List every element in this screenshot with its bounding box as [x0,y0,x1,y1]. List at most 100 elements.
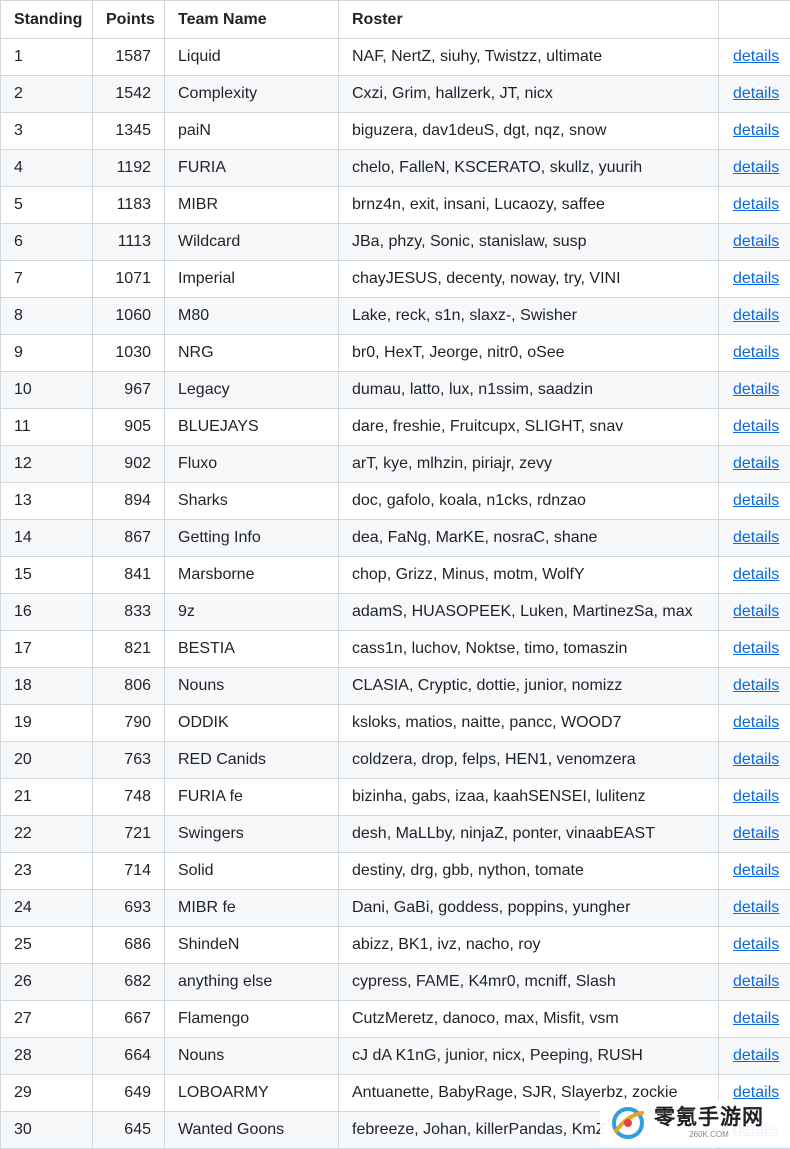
points-cell: 748 [93,779,165,816]
watermark-logo-icon [610,1105,646,1141]
details-link[interactable]: details [733,603,779,620]
table-row: 51183MIBRbrnz4n, exit, insani, Lucaozy, … [1,187,790,224]
points-cell: 905 [93,409,165,446]
details-link[interactable]: details [733,48,779,65]
details-link[interactable]: details [733,418,779,435]
details-link[interactable]: details [733,640,779,657]
table-row: 25686ShindeNabizz, BK1, ivz, nacho, royd… [1,927,790,964]
details-link[interactable]: details [733,751,779,768]
roster-cell: doc, gafolo, koala, n1cks, rdnzao [339,483,719,520]
points-cell: 763 [93,742,165,779]
details-link[interactable]: details [733,973,779,990]
details-cell: details [719,853,790,890]
team-name-cell: Getting Info [165,520,339,557]
details-link[interactable]: details [733,1010,779,1027]
team-name-cell: Sharks [165,483,339,520]
table-row: 61113WildcardJBa, phzy, Sonic, stanislaw… [1,224,790,261]
team-name-cell: Flamengo [165,1001,339,1038]
details-link[interactable]: details [733,122,779,139]
table-row: 17821BESTIAcass1n, luchov, Noktse, timo,… [1,631,790,668]
table-row: 71071ImperialchayJESUS, decenty, noway, … [1,261,790,298]
details-cell: details [719,76,790,113]
details-link[interactable]: details [733,85,779,102]
details-link[interactable]: details [733,381,779,398]
details-link[interactable]: details [733,788,779,805]
details-link[interactable]: details [733,1084,779,1101]
team-name-cell: MIBR [165,187,339,224]
details-link[interactable]: details [733,1047,779,1064]
points-cell: 867 [93,520,165,557]
table-row: 41192FURIAchelo, FalleN, KSCERATO, skull… [1,150,790,187]
points-cell: 967 [93,372,165,409]
header-team-name: Team Name [165,1,339,39]
team-name-cell: Nouns [165,1038,339,1075]
standing-cell: 16 [1,594,93,631]
team-name-cell: ODDIK [165,705,339,742]
details-link[interactable]: details [733,936,779,953]
table-row: 22721Swingersdesh, MaLLby, ninjaZ, ponte… [1,816,790,853]
details-link[interactable]: details [733,492,779,509]
details-link[interactable]: details [733,159,779,176]
table-row: 18806NounsCLASIA, Cryptic, dottie, junio… [1,668,790,705]
standing-cell: 7 [1,261,93,298]
roster-cell: dea, FaNg, MarKE, nosraC, shane [339,520,719,557]
team-name-cell: Imperial [165,261,339,298]
details-link[interactable]: details [733,196,779,213]
table-row: 31345paiNbiguzera, dav1deuS, dgt, nqz, s… [1,113,790,150]
table-row: 12902FluxoarT, kye, mlhzin, piriajr, zev… [1,446,790,483]
standing-cell: 28 [1,1038,93,1075]
points-cell: 1542 [93,76,165,113]
team-name-cell: FURIA [165,150,339,187]
roster-cell: Cxzi, Grim, hallzerk, JT, nicx [339,76,719,113]
team-name-cell: ShindeN [165,927,339,964]
details-link[interactable]: details [733,677,779,694]
standing-cell: 15 [1,557,93,594]
standing-cell: 19 [1,705,93,742]
standing-cell: 18 [1,668,93,705]
details-cell: details [719,39,790,76]
details-link[interactable]: details [733,566,779,583]
team-name-cell: BESTIA [165,631,339,668]
details-link[interactable]: details [733,270,779,287]
details-link[interactable]: details [733,825,779,842]
table-row: 21542ComplexityCxzi, Grim, hallzerk, JT,… [1,76,790,113]
roster-cell: br0, HexT, Jeorge, nitr0, oSee [339,335,719,372]
roster-cell: destiny, drg, gbb, nython, tomate [339,853,719,890]
details-link[interactable]: details [733,529,779,546]
watermark-title: 零氪手游网 [654,1107,764,1128]
points-cell: 714 [93,853,165,890]
team-name-cell: paiN [165,113,339,150]
standing-cell: 4 [1,150,93,187]
team-name-cell: RED Canids [165,742,339,779]
roster-cell: bizinha, gabs, izaa, kaahSENSEI, luliten… [339,779,719,816]
details-link[interactable]: details [733,233,779,250]
points-cell: 806 [93,668,165,705]
details-cell: details [719,890,790,927]
standing-cell: 25 [1,927,93,964]
details-link[interactable]: details [733,862,779,879]
roster-cell: cass1n, luchov, Noktse, timo, tomaszin [339,631,719,668]
details-cell: details [719,150,790,187]
header-standing: Standing [1,1,93,39]
points-cell: 1192 [93,150,165,187]
standing-cell: 12 [1,446,93,483]
roster-cell: JBa, phzy, Sonic, stanislaw, susp [339,224,719,261]
standing-cell: 13 [1,483,93,520]
team-name-cell: 9z [165,594,339,631]
details-link[interactable]: details [733,714,779,731]
details-cell: details [719,668,790,705]
points-cell: 664 [93,1038,165,1075]
details-cell: details [719,520,790,557]
details-link[interactable]: details [733,899,779,916]
table-row: 28664NounscJ dA K1nG, junior, nicx, Peep… [1,1038,790,1075]
details-cell: details [719,1001,790,1038]
standing-cell: 27 [1,1001,93,1038]
team-name-cell: Fluxo [165,446,339,483]
details-link[interactable]: details [733,307,779,324]
details-link[interactable]: details [733,344,779,361]
points-cell: 667 [93,1001,165,1038]
details-cell: details [719,927,790,964]
standing-cell: 6 [1,224,93,261]
table-row: 21748FURIA febizinha, gabs, izaa, kaahSE… [1,779,790,816]
details-link[interactable]: details [733,455,779,472]
